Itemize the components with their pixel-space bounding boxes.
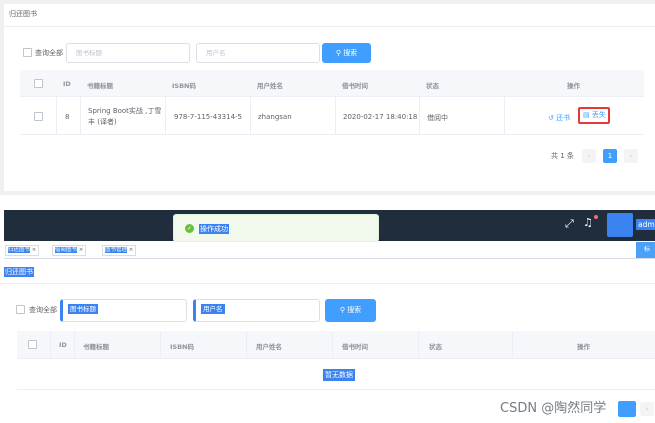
search-all-label[interactable]: 查询全部 [35,48,63,58]
cell-status: 借阅中 [427,114,448,122]
fullscreen-icon[interactable]: ⤢ [565,217,574,231]
pager-page-1[interactable]: 1 [603,149,617,163]
watermark: CSDN @陶然同学 [500,401,607,416]
card-title: 归还图书 [9,10,37,18]
row-checkbox[interactable] [34,112,43,121]
pager-total: 共 1 条 [551,152,574,160]
search-all-label-2[interactable]: 查询全部 [29,305,57,315]
tag-book-manage[interactable]: 图书管理 × [102,245,137,256]
success-icon: ✓ [185,224,194,233]
success-toast: ✓ 操作成功 [173,214,379,242]
card-title-divider [4,26,655,27]
tag-return-books[interactable]: 归还图书 × [5,245,40,256]
tags-view-bar: 归还图书 × 借阅图书 × 图书管理 × 标签 [4,242,655,269]
pager-prev-button[interactable]: ‹ [582,149,596,163]
tag-borrow-books[interactable]: 借阅图书 × [52,245,87,256]
return-books-card: 归还图书 查询全部 图书标题 用户名 ⚲ 搜索 ID 书籍标题 ISBN码 用户… [4,4,655,191]
col-isbn-2: ISBN码 [170,343,194,351]
search-button[interactable]: ⚲ 搜索 [322,43,371,63]
table-row: 8 Spring Boot实战 ,丁雪 丰 (译者) 978-7-115-433… [20,97,644,135]
search-button-label: 搜索 [343,49,358,57]
select-all-checkbox-2[interactable] [28,340,37,349]
col-actions-2: 操作 [577,343,590,351]
col-id-2: ID [59,341,67,349]
col-book-title-2: 书籍标题 [83,343,109,351]
col-isbn: ISBN码 [172,82,196,90]
col-actions: 操作 [567,82,580,90]
lost-book-link[interactable]: ▤ 丢失 [578,107,610,124]
tags-menu-button[interactable]: 标签 [636,242,655,269]
cell-book-title-line2: 丰 (译者) [88,118,117,126]
return-book-link[interactable]: ↺ 还书 [548,113,570,123]
col-book-title: 书籍标题 [87,82,113,90]
chevron-right-icon: › [645,405,649,413]
empty-text: 暂无数据 [323,369,355,381]
col-status-2: 状态 [429,343,442,351]
search-all-checkbox-2[interactable] [16,305,25,314]
close-icon[interactable]: × [129,247,134,253]
close-icon[interactable]: × [79,247,84,253]
pager-next-button-2[interactable]: › [640,402,654,416]
col-username: 用户姓名 [257,82,283,90]
cell-isbn: 978-7-115-43314-5 [174,113,243,121]
return-icon: ↺ [548,114,554,122]
bell-icon[interactable]: ♫ [583,216,593,229]
col-borrow-time: 借书时间 [342,82,368,90]
username-input[interactable]: 用户名 [196,43,320,63]
pager-next-button[interactable]: › [624,149,638,163]
page-title: 归还图书 [4,267,34,277]
title-divider [0,283,655,284]
search-button-2[interactable]: ⚲ 搜索 [325,299,376,322]
search-icon: ⚲ [335,49,341,57]
pager-page-1-2[interactable] [618,401,636,417]
cell-borrow-time: 2020-02-17 18:40:18 [343,113,418,121]
table-header: ID 书籍标题 ISBN码 用户姓名 借书时间 状态 操作 [20,70,644,97]
chevron-right-icon: › [629,152,633,160]
table-header-2: ID 书籍标题 ISBN码 用户姓名 借书时间 状态 操作 [17,331,655,359]
book-title-input-2[interactable]: 图书标题 [60,299,187,322]
username-input-2[interactable]: 用户名 [193,299,320,322]
avatar[interactable] [607,213,633,237]
col-username-2: 用户姓名 [256,343,282,351]
lost-icon: ▤ [583,111,590,119]
cell-id: 8 [65,113,70,121]
search-icon: ⚲ [339,306,345,314]
col-status: 状态 [426,82,439,90]
notification-dot [594,215,598,219]
col-borrow-time-2: 借书时间 [342,343,368,351]
search-all-checkbox[interactable] [23,48,32,57]
select-all-checkbox[interactable] [34,79,43,88]
panel-before: 归还图书 查询全部 图书标题 用户名 ⚲ 搜索 ID 书籍标题 ISBN码 用户… [0,0,655,195]
close-icon[interactable]: × [32,247,37,253]
table-empty-body: 暂无数据 [17,359,655,390]
chevron-left-icon: ‹ [587,152,591,160]
col-id: ID [63,80,71,88]
user-name[interactable]: admin [636,219,655,230]
toast-message: 操作成功 [199,224,229,234]
cell-username: zhangsan [258,113,292,121]
cell-book-title-line1: Spring Boot实战 ,丁雪 [88,107,162,115]
book-title-input[interactable]: 图书标题 [66,43,190,63]
